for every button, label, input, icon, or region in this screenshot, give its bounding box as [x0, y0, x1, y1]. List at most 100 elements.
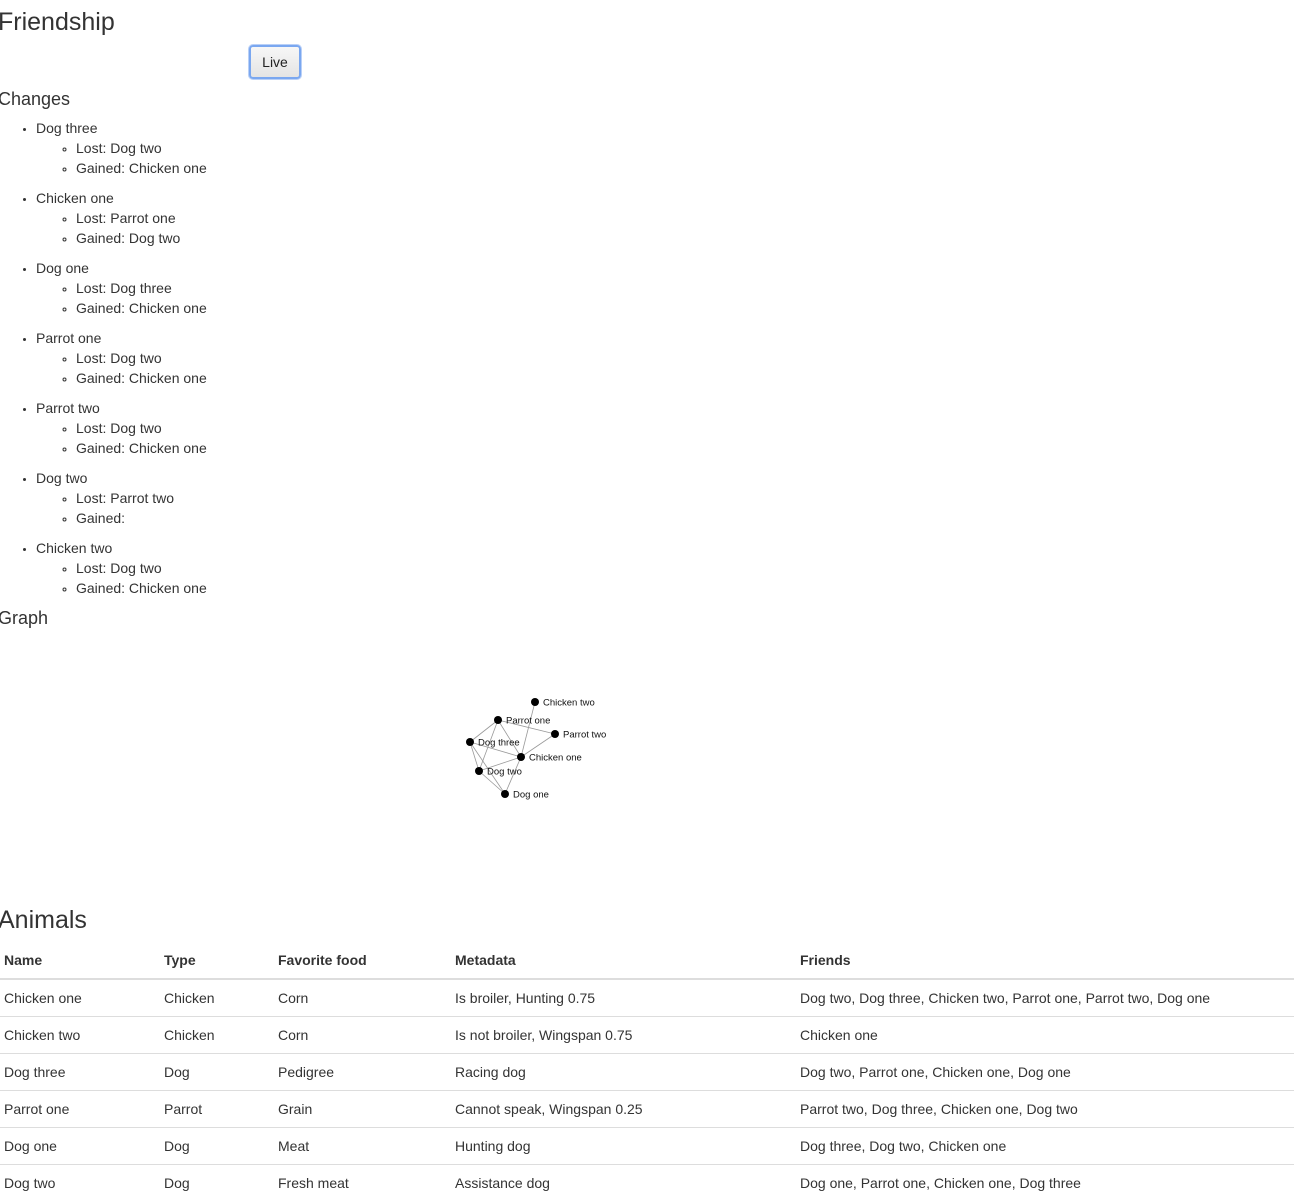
cell-favorite-food: Grain — [274, 1090, 451, 1128]
table-row: Chicken one Chicken Corn Is broiler, Hun… — [0, 978, 1294, 1017]
cell-friends: Dog two, Dog three, Chicken two, Parrot … — [796, 978, 1294, 1017]
change-item: Dog one Lost: Dog three Gained: Chicken … — [36, 258, 536, 318]
table-row: Dog one Dog Meat Hunting dog Dog three, … — [0, 1127, 1294, 1165]
cell-friends: Dog one, Parrot one, Chicken one, Dog th… — [796, 1164, 1294, 1191]
cell-friends: Chicken one — [796, 1016, 1294, 1054]
change-details: Lost: Dog two Gained: Chicken one — [36, 418, 536, 458]
cell-name: Dog one — [0, 1127, 160, 1165]
change-gained: Gained: — [76, 508, 536, 528]
graph-node-label-dog-two: Dog two — [487, 767, 522, 778]
change-gained: Gained: Dog two — [76, 228, 536, 248]
change-gained: Gained: Chicken one — [76, 368, 536, 388]
column-header-favorite-food: Favorite food — [274, 942, 451, 980]
change-details: Lost: Dog two Gained: Chicken one — [36, 348, 536, 388]
change-animal-name: Dog one — [36, 260, 89, 276]
page: Friendship Live Changes Dog three Lost: … — [0, 0, 1294, 1191]
cell-metadata: Hunting dog — [451, 1127, 796, 1165]
change-item: Chicken one Lost: Parrot one Gained: Dog… — [36, 188, 536, 248]
graph-node-chicken-two[interactable] — [531, 698, 539, 706]
cell-metadata: Racing dog — [451, 1053, 796, 1091]
table-row: Dog two Dog Fresh meat Assistance dog Do… — [0, 1164, 1294, 1191]
graph-node-dog-three[interactable] — [466, 738, 474, 746]
change-lost: Lost: Parrot two — [76, 488, 536, 508]
table-row: Parrot one Parrot Grain Cannot speak, Wi… — [0, 1090, 1294, 1128]
cell-name: Parrot one — [0, 1090, 160, 1128]
graph-node-label-dog-one: Dog one — [513, 790, 549, 801]
change-animal-name: Parrot one — [36, 330, 102, 346]
cell-type: Parrot — [160, 1090, 274, 1128]
graph-heading: Graph — [0, 608, 49, 628]
graph-node-dog-two[interactable] — [475, 767, 483, 775]
cell-metadata: Cannot speak, Wingspan 0.25 — [451, 1090, 796, 1128]
column-header-type: Type — [160, 942, 274, 980]
cell-type: Dog — [160, 1127, 274, 1165]
cell-metadata: Assistance dog — [451, 1164, 796, 1191]
column-header-friends: Friends — [796, 942, 1294, 980]
cell-name: Chicken one — [0, 978, 160, 1017]
change-gained: Gained: Chicken one — [76, 438, 536, 458]
change-animal-name: Chicken one — [36, 190, 114, 206]
changes-heading: Changes — [0, 89, 71, 109]
cell-type: Chicken — [160, 1016, 274, 1054]
cell-metadata: Is broiler, Hunting 0.75 — [451, 978, 796, 1017]
graph-node-label-dog-three: Dog three — [478, 738, 520, 749]
table-row: Chicken two Chicken Corn Is not broiler,… — [0, 1016, 1294, 1054]
change-lost: Lost: Dog two — [76, 558, 536, 578]
change-lost: Lost: Dog two — [76, 418, 536, 438]
animals-table: Name Type Favorite food Metadata Friends… — [0, 942, 1294, 1191]
page-title: Friendship — [0, 8, 115, 36]
live-button[interactable]: Live — [249, 45, 301, 79]
graph-node-parrot-one[interactable] — [494, 716, 502, 724]
change-animal-name: Dog two — [36, 470, 88, 486]
table-header-row: Name Type Favorite food Metadata Friends — [0, 942, 1294, 980]
change-item: Parrot one Lost: Dog two Gained: Chicken… — [36, 328, 536, 388]
change-lost: Lost: Parrot one — [76, 208, 536, 228]
cell-favorite-food: Meat — [274, 1127, 451, 1165]
cell-friends: Dog two, Parrot one, Chicken one, Dog on… — [796, 1053, 1294, 1091]
cell-name: Chicken two — [0, 1016, 160, 1054]
change-details: Lost: Dog two Gained: Chicken one — [36, 138, 536, 178]
cell-friends: Parrot two, Dog three, Chicken one, Dog … — [796, 1090, 1294, 1128]
cell-name: Dog three — [0, 1053, 160, 1091]
cell-favorite-food: Fresh meat — [274, 1164, 451, 1191]
change-item: Chicken two Lost: Dog two Gained: Chicke… — [36, 538, 536, 598]
cell-friends: Dog three, Dog two, Chicken one — [796, 1127, 1294, 1165]
cell-type: Dog — [160, 1053, 274, 1091]
change-item: Dog three Lost: Dog two Gained: Chicken … — [36, 118, 536, 178]
cell-favorite-food: Corn — [274, 978, 451, 1017]
graph-node-label-chicken-one: Chicken one — [529, 753, 582, 764]
change-details: Lost: Parrot two Gained: — [36, 488, 536, 528]
cell-metadata: Is not broiler, Wingspan 0.75 — [451, 1016, 796, 1054]
change-details: Lost: Parrot one Gained: Dog two — [36, 208, 536, 248]
change-details: Lost: Dog two Gained: Chicken one — [36, 558, 536, 598]
animals-heading: Animals — [0, 906, 87, 934]
cell-type: Chicken — [160, 978, 274, 1017]
graph-node-label-chicken-two: Chicken two — [543, 698, 595, 709]
friendship-graph[interactable]: Chicken two Parrot one Parrot two Dog three… — [0, 640, 1294, 900]
changes-list: Dog three Lost: Dog two Gained: Chicken … — [0, 118, 536, 608]
change-lost: Lost: Dog two — [76, 348, 536, 368]
change-item: Parrot two Lost: Dog two Gained: Chicken… — [36, 398, 536, 458]
change-animal-name: Dog three — [36, 120, 98, 136]
change-item: Dog two Lost: Parrot two Gained: — [36, 468, 536, 528]
graph-node-label-parrot-one: Parrot one — [506, 716, 550, 727]
change-animal-name: Parrot two — [36, 400, 100, 416]
graph-node-parrot-two[interactable] — [551, 730, 559, 738]
change-lost: Lost: Dog two — [76, 138, 536, 158]
change-gained: Gained: Chicken one — [76, 578, 536, 598]
cell-favorite-food: Pedigree — [274, 1053, 451, 1091]
cell-name: Dog two — [0, 1164, 160, 1191]
column-header-metadata: Metadata — [451, 942, 796, 980]
graph-node-label-parrot-two: Parrot two — [563, 730, 606, 741]
graph-node-dog-one[interactable] — [501, 790, 509, 798]
cell-type: Dog — [160, 1164, 274, 1191]
change-animal-name: Chicken two — [36, 540, 113, 556]
change-gained: Gained: Chicken one — [76, 158, 536, 178]
change-details: Lost: Dog three Gained: Chicken one — [36, 278, 536, 318]
graph-node-chicken-one[interactable] — [517, 753, 525, 761]
change-gained: Gained: Chicken one — [76, 298, 536, 318]
cell-favorite-food: Corn — [274, 1016, 451, 1054]
change-lost: Lost: Dog three — [76, 278, 536, 298]
table-row: Dog three Dog Pedigree Racing dog Dog tw… — [0, 1053, 1294, 1091]
column-header-name: Name — [0, 942, 160, 980]
